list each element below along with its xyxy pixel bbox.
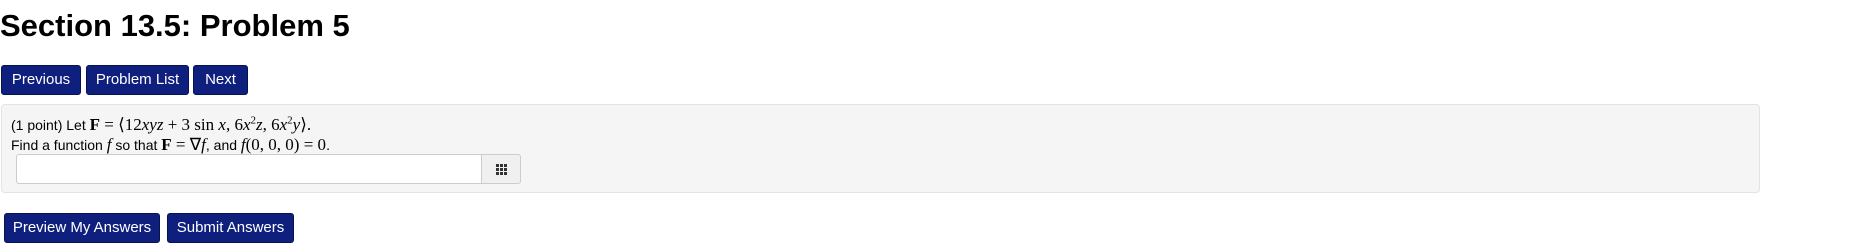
next-button[interactable]: Next (193, 65, 248, 95)
line2-mid1: so that (115, 137, 158, 153)
function-symbol: f (106, 135, 112, 154)
problem-statement-line-1: (1 point) Let F = ⟨12xyz + 3 sin x, 6x2z… (11, 115, 311, 135)
line2-end: . (326, 137, 330, 153)
previous-button[interactable]: Previous (1, 65, 81, 95)
equation-editor-button[interactable] (481, 154, 521, 184)
page-title: Section 13.5: Problem 5 (0, 8, 350, 43)
let-text: Let (66, 117, 86, 133)
field-vector: ⟨12xyz + 3 sin x, 6x2z, 6x2y⟩ (118, 114, 307, 134)
problem-statement-line-2: Find a function f so that F = ∇f, and f(… (11, 135, 330, 155)
grid-icon (495, 163, 507, 175)
problem-box: (1 point) Let F = ⟨12xyz + 3 sin x, 6x2z… (1, 104, 1760, 193)
preview-answers-button[interactable]: Preview My Answers (4, 213, 160, 243)
points-label: (1 point) (11, 117, 63, 133)
line2-mid2: , and (205, 137, 238, 153)
problem-list-button[interactable]: Problem List (86, 65, 189, 95)
line2-prefix: Find a function (11, 137, 103, 153)
answer-input[interactable] (16, 154, 482, 184)
initial-condition: f(0, 0, 0) = 0 (240, 135, 327, 154)
page: Section 13.5: Problem 5 Previous Problem… (0, 0, 1870, 248)
gradient-equation: F = ∇f (161, 135, 206, 154)
field-equation: F = ⟨12xyz + 3 sin x, 6x2z, 6x2y⟩. (89, 114, 312, 134)
submit-answers-button[interactable]: Submit Answers (167, 213, 294, 243)
